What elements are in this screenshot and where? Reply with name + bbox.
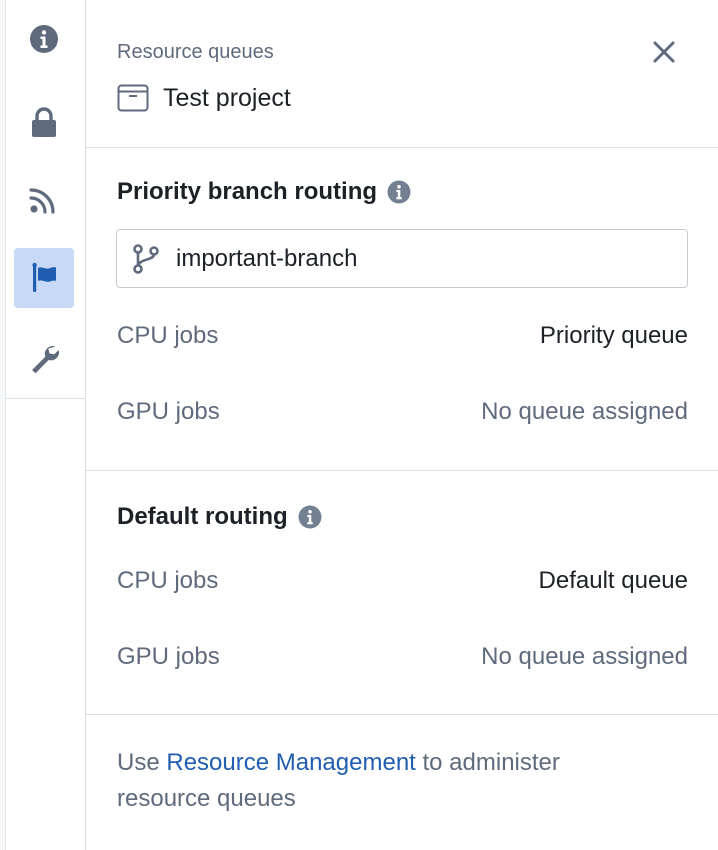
gpu-queue-value: No queue assigned (481, 398, 688, 425)
gpu-jobs-label: GPU jobs (117, 398, 220, 425)
branch-name: important-branch (176, 244, 358, 272)
info-icon[interactable] (298, 505, 322, 529)
default-cpu-row: CPU jobs Default queue (117, 567, 688, 595)
panel-header: Resource queues Test project (86, 0, 718, 148)
cpu-queue-value: Default queue (538, 567, 688, 594)
lock-icon (32, 107, 56, 137)
sidebar-item-permissions[interactable] (14, 92, 74, 152)
gpu-jobs-label: GPU jobs (117, 643, 220, 670)
priority-routing-heading: Priority branch routing (117, 178, 411, 206)
default-routing-heading: Default routing (117, 503, 322, 531)
sidebar-item-info[interactable] (14, 9, 74, 69)
priority-gpu-row: GPU jobs No queue assigned (117, 398, 688, 426)
sidebar-item-settings[interactable] (14, 328, 74, 388)
project-title: Test project (163, 83, 291, 112)
footer-note: Use Resource Management to administer re… (117, 745, 657, 817)
branch-selector[interactable]: important-branch (116, 229, 688, 288)
sidebar-item-resource-queues[interactable] (14, 248, 74, 308)
info-icon[interactable] (387, 180, 411, 204)
cpu-jobs-label: CPU jobs (117, 567, 219, 594)
panel-subtitle: Resource queues (117, 41, 274, 63)
priority-cpu-row: CPU jobs Priority queue (117, 322, 688, 350)
resource-management-link[interactable]: Resource Management (166, 749, 415, 776)
priority-branch-routing-section: Priority branch routing important-branch… (86, 148, 718, 471)
default-routing-section: Default routing CPU jobs Default queue G… (86, 471, 718, 715)
close-button[interactable] (648, 36, 680, 68)
info-icon (30, 25, 58, 53)
side-rail (0, 0, 86, 850)
resource-queues-panel: Resource queues Test project Priority br… (86, 0, 718, 850)
priority-routing-title: Priority branch routing (117, 178, 378, 205)
rail-divider (6, 398, 85, 399)
footer-prefix: Use (117, 749, 167, 776)
sidebar-item-feed[interactable] (14, 169, 74, 229)
default-gpu-row: GPU jobs No queue assigned (117, 643, 688, 671)
rss-feed-icon (29, 188, 55, 214)
rail-edge (0, 0, 6, 850)
default-routing-title: Default routing (117, 503, 288, 530)
archive-box-icon (117, 84, 149, 112)
wrench-icon (32, 346, 59, 374)
git-branch-icon (133, 243, 159, 274)
close-icon (653, 41, 675, 63)
cpu-queue-value: Priority queue (539, 322, 688, 349)
cpu-jobs-label: CPU jobs (117, 322, 219, 349)
flag-icon (32, 262, 56, 292)
gpu-queue-value: No queue assigned (481, 643, 688, 670)
project-title-row: Test project (117, 80, 291, 116)
